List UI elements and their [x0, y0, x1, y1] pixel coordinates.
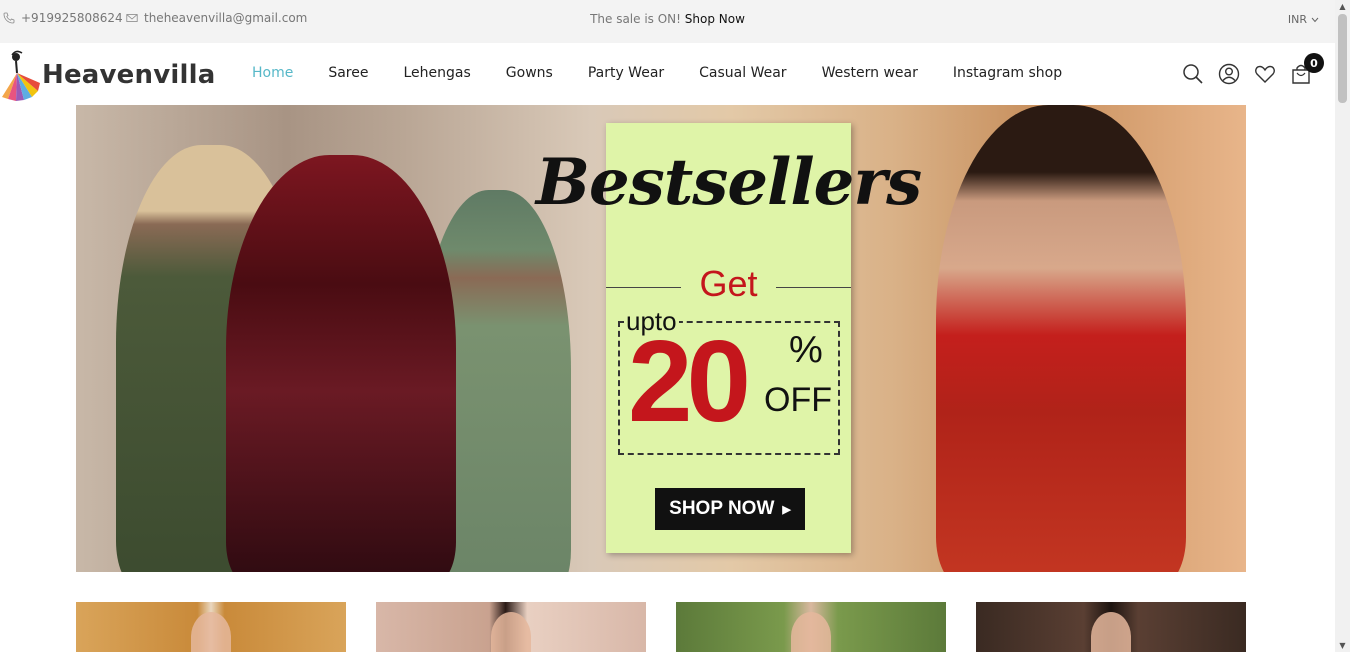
model-image [491, 612, 531, 652]
nav-home[interactable]: Home [252, 65, 293, 81]
play-arrow-icon: ▶ [782, 503, 791, 516]
header-icons: 0 [1182, 53, 1324, 85]
promo-get: Get [699, 263, 758, 304]
logo[interactable]: Heavenvilla [0, 49, 215, 101]
logo-text: Heavenvilla [42, 60, 216, 90]
category-card[interactable] [376, 602, 646, 652]
model-figure [226, 155, 456, 572]
site-header: Heavenvilla Home Saree Lehengas Gowns Pa… [0, 43, 1335, 105]
logo-dancer-icon [2, 50, 40, 101]
scroll-down-icon[interactable]: ▼ [1338, 641, 1347, 650]
currency-label: INR [1287, 13, 1307, 26]
nav-saree[interactable]: Saree [328, 65, 368, 81]
cart-button[interactable]: 0 [1290, 53, 1324, 85]
model-figure [936, 105, 1186, 572]
discount-number: 20 [628, 316, 751, 446]
nav-western-wear[interactable]: Western wear [822, 65, 918, 81]
discount-off: OFF [764, 381, 832, 419]
sale-announcement: The sale is ON! Shop Now [0, 12, 1335, 26]
currency-selector[interactable]: INR [1288, 13, 1319, 26]
model-image [1091, 612, 1131, 652]
model-image [791, 612, 831, 652]
promo-panel: Bestsellers Get upto 20 % OFF SHOP NOW ▶ [536, 123, 922, 553]
cart-count-badge: 0 [1304, 53, 1324, 73]
nav-casual-wear[interactable]: Casual Wear [699, 65, 786, 81]
category-card[interactable] [76, 602, 346, 652]
page-scrollbar[interactable]: ▲ ▼ [1335, 0, 1350, 652]
scroll-thumb[interactable] [1338, 14, 1347, 103]
main-nav: Home Saree Lehengas Gowns Party Wear Cas… [252, 65, 1062, 81]
topbar: +919925808624 theheavenvilla@gmail.com T… [0, 0, 1335, 43]
nav-lehengas[interactable]: Lehengas [403, 65, 470, 81]
hero-banner[interactable]: Bestsellers Get upto 20 % OFF SHOP NOW ▶ [76, 105, 1246, 572]
sale-text: The sale is ON! [590, 12, 681, 26]
promo-title: Bestsellers [535, 145, 922, 220]
category-card[interactable] [976, 602, 1246, 652]
nav-gowns[interactable]: Gowns [506, 65, 553, 81]
category-cards [76, 602, 1246, 652]
shop-now-button[interactable]: SHOP NOW ▶ [655, 488, 805, 530]
model-image [191, 612, 231, 652]
account-button[interactable] [1218, 63, 1240, 85]
shop-now-label: SHOP NOW [669, 498, 775, 519]
wishlist-button[interactable] [1254, 63, 1276, 85]
chevron-down-icon [1311, 17, 1319, 22]
heart-icon [1255, 65, 1275, 83]
nav-instagram-shop[interactable]: Instagram shop [953, 65, 1062, 81]
nav-party-wear[interactable]: Party Wear [588, 65, 664, 81]
search-icon [1183, 64, 1203, 84]
discount-percent: % [789, 329, 823, 371]
user-icon [1218, 63, 1240, 85]
shop-now-link[interactable]: Shop Now [685, 12, 745, 26]
category-card[interactable] [676, 602, 946, 652]
search-button[interactable] [1182, 63, 1204, 85]
scroll-up-icon[interactable]: ▲ [1338, 2, 1347, 11]
